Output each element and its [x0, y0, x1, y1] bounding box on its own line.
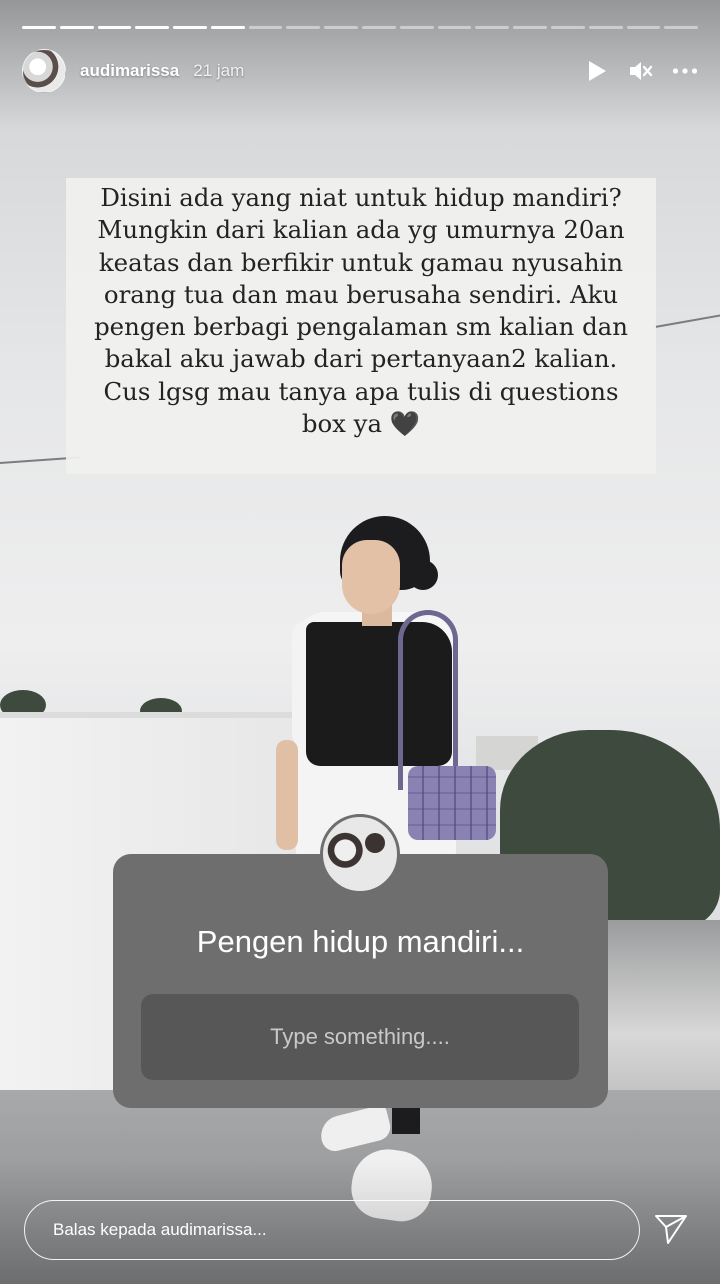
progress-segment	[135, 26, 170, 29]
progress-segment	[475, 26, 510, 29]
mute-icon[interactable]	[628, 58, 654, 84]
progress-segment	[588, 26, 623, 29]
question-answer-input[interactable]: Type something....	[141, 994, 579, 1080]
story-header: audimarissa 21 jam	[22, 46, 698, 96]
caption-line: keatas dan berfikir untuk gamau nyusahin	[98, 247, 624, 277]
progress-segment	[513, 26, 547, 29]
progress-segment	[248, 26, 283, 29]
progress-segment	[210, 26, 245, 29]
progress-segment	[324, 26, 359, 29]
header-controls	[584, 58, 698, 84]
post-time: 21 jam	[193, 61, 245, 80]
progress-segment	[173, 26, 207, 29]
roof	[600, 920, 720, 1110]
send-icon[interactable]	[652, 1210, 690, 1248]
story-viewer[interactable]: audimarissa 21 jam Disini ada yang niat …	[0, 0, 720, 1284]
reply-input[interactable]: Balas kepada audimarissa...	[24, 1200, 640, 1260]
play-icon[interactable]	[584, 58, 610, 84]
progress-segment	[59, 26, 94, 29]
cable-line	[654, 313, 720, 328]
progress-segment	[22, 26, 56, 29]
arm	[276, 740, 298, 850]
story-progress-bar	[22, 26, 699, 30]
caption-line: Cus lgsg mau tanya apa tulis di question…	[103, 376, 619, 406]
progress-segment	[286, 26, 321, 29]
progress-segment	[664, 26, 699, 29]
caption-line: Disini ada yang niat untuk hidup mandiri…	[100, 183, 622, 212]
progress-segment	[550, 26, 585, 29]
handbag	[408, 766, 496, 840]
sticker-avatar	[320, 814, 400, 894]
hair-bun	[408, 560, 438, 590]
progress-segment	[399, 26, 434, 29]
progress-segment	[626, 26, 661, 29]
caption-line: orang tua dan mau berusaha sendiri. Aku	[103, 279, 619, 309]
face	[342, 540, 400, 614]
caption-box: Disini ada yang niat untuk hidup mandiri…	[66, 178, 656, 474]
caption-text: Disini ada yang niat untuk hidup mandiri…	[76, 182, 646, 440]
progress-segment	[437, 26, 472, 29]
progress-segment	[362, 26, 396, 29]
caption-line: bakal aku jawab dari pertanyaan2 kalian.	[104, 344, 618, 374]
question-title: Pengen hidup mandiri...	[196, 924, 525, 959]
progress-segment	[97, 26, 132, 29]
caption-line: pengen berbagi pengalaman sm kalian dan	[94, 312, 628, 342]
bag-strap	[398, 610, 458, 790]
avatar[interactable]	[22, 49, 66, 93]
caption-line: Mungkin dari kalian ada yg umurnya 20an	[97, 215, 625, 245]
caption-line: box ya 🖤	[301, 409, 421, 439]
username[interactable]: audimarissa	[80, 61, 179, 81]
more-icon[interactable]	[672, 58, 698, 84]
